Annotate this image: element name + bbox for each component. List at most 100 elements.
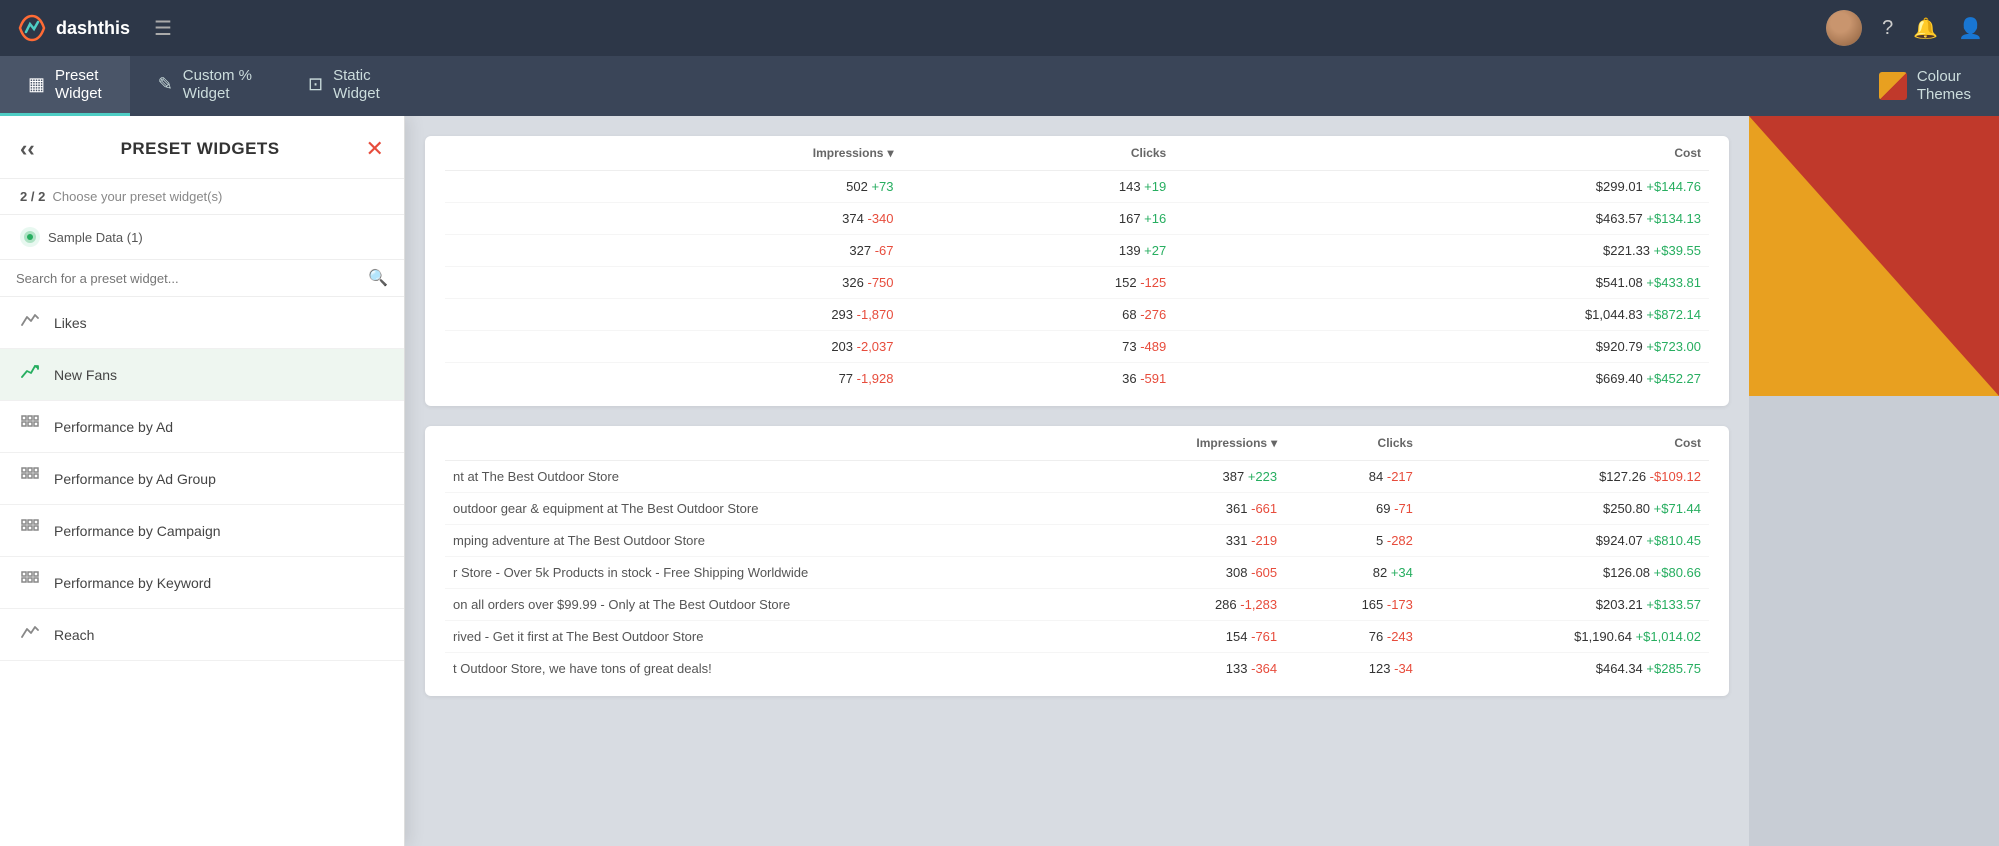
cell-cost: $669.40 +$452.27 xyxy=(1174,363,1709,395)
tab-custom-line1: Custom % xyxy=(183,67,252,85)
notification-icon[interactable]: 🔔 xyxy=(1913,16,1938,41)
dashthis-logo-icon xyxy=(16,12,48,44)
cell-impressions: 361 -661 xyxy=(1090,493,1285,525)
col-impressions-header[interactable]: Impressions ▾ xyxy=(510,136,902,171)
col-cost2-header: Cost xyxy=(1421,426,1709,461)
avatar[interactable] xyxy=(1826,10,1862,46)
static-widget-icon: ⊡ xyxy=(308,74,323,95)
cell-label xyxy=(445,299,510,331)
cell-impressions: 308 -605 xyxy=(1090,557,1285,589)
table-row: nt at The Best Outdoor Store 387 +223 84… xyxy=(445,461,1709,493)
search-input[interactable] xyxy=(16,271,368,286)
preset-widget-icon: ▦ xyxy=(28,74,45,95)
sidebar-item-performance-campaign[interactable]: Performance by Campaign xyxy=(0,505,404,557)
cell-cost: $221.33 +$39.55 xyxy=(1174,235,1709,267)
help-icon[interactable]: ? xyxy=(1882,17,1893,40)
back-button[interactable]: ‹‹ xyxy=(20,136,35,162)
table-row: 293 -1,870 68 -276 $1,044.83 +$872.14 xyxy=(445,299,1709,331)
sidebar-item-likes-label: Likes xyxy=(54,315,87,331)
sidebar-item-new-fans-label: New Fans xyxy=(54,367,117,383)
tab-bar: ▦ Preset Widget ✎ Custom % Widget ⊡ Stat… xyxy=(0,56,1999,116)
tab-static-widget[interactable]: ⊡ Static Widget xyxy=(280,56,408,116)
sidebar-item-reach[interactable]: Reach xyxy=(0,609,404,661)
cell-cost: $463.57 +$134.13 xyxy=(1174,203,1709,235)
performance-campaign-icon xyxy=(20,519,40,542)
sidebar-item-performance-ad-label: Performance by Ad xyxy=(54,419,173,435)
cell-label: rived - Get it first at The Best Outdoor… xyxy=(445,621,1090,653)
sort-icon: ▾ xyxy=(887,146,893,160)
search-icon[interactable]: 🔍 xyxy=(368,268,388,288)
sidebar-item-performance-keyword[interactable]: Performance by Keyword xyxy=(0,557,404,609)
cell-impressions: 203 -2,037 xyxy=(510,331,902,363)
cell-impressions: 387 +223 xyxy=(1090,461,1285,493)
sidebar: ‹‹ PRESET WIDGETS ✕ 2 / 2 Choose your pr… xyxy=(0,116,405,846)
table-row: 326 -750 152 -125 $541.08 +$433.81 xyxy=(445,267,1709,299)
tab-colour-line1: Colour xyxy=(1917,68,1971,86)
cell-label xyxy=(445,267,510,299)
logo[interactable]: dashthis xyxy=(16,12,130,44)
cell-label: on all orders over $99.99 - Only at The … xyxy=(445,589,1090,621)
close-button[interactable]: ✕ xyxy=(366,136,384,162)
cell-clicks: 165 -173 xyxy=(1285,589,1421,621)
sidebar-header: ‹‹ PRESET WIDGETS ✕ xyxy=(0,116,404,179)
step-label: Choose your preset widget(s) xyxy=(53,189,223,204)
tab-custom-line2: Widget xyxy=(183,85,252,103)
cell-label xyxy=(445,331,510,363)
table-row: outdoor gear & equipment at The Best Out… xyxy=(445,493,1709,525)
col-ad2-header xyxy=(445,426,1090,461)
cell-clicks: 139 +27 xyxy=(902,235,1175,267)
cell-clicks: 84 -217 xyxy=(1285,461,1421,493)
col-clicks2-header: Clicks xyxy=(1285,426,1421,461)
topnav-right: ? 🔔 👤 xyxy=(1826,10,1983,46)
cell-cost: $127.26 -$109.12 xyxy=(1421,461,1709,493)
cell-impressions: 326 -750 xyxy=(510,267,902,299)
content-area: Impressions ▾ Clicks Cost 502 +73 143 +1… xyxy=(405,116,1749,846)
sidebar-item-performance-ad[interactable]: Performance by Ad xyxy=(0,401,404,453)
table-card-2: Impressions ▾ Clicks Cost nt at The Best… xyxy=(425,426,1729,696)
cell-impressions: 502 +73 xyxy=(510,171,902,203)
cell-impressions: 154 -761 xyxy=(1090,621,1285,653)
cell-label: t Outdoor Store, we have tons of great d… xyxy=(445,653,1090,685)
cell-clicks: 5 -282 xyxy=(1285,525,1421,557)
col-ad-header xyxy=(445,136,510,171)
cell-impressions: 331 -219 xyxy=(1090,525,1285,557)
cell-cost: $126.08 +$80.66 xyxy=(1421,557,1709,589)
table-row: rived - Get it first at The Best Outdoor… xyxy=(445,621,1709,653)
tab-preset-widget[interactable]: ▦ Preset Widget xyxy=(0,56,130,116)
tab-static-line1: Static xyxy=(333,67,380,85)
cell-clicks: 143 +19 xyxy=(902,171,1175,203)
search-bar: 🔍 xyxy=(0,260,404,297)
col-impressions2-header[interactable]: Impressions ▾ xyxy=(1090,426,1285,461)
user-icon[interactable]: 👤 xyxy=(1958,16,1983,41)
cell-cost: $250.80 +$71.44 xyxy=(1421,493,1709,525)
cell-cost: $1,190.64 +$1,014.02 xyxy=(1421,621,1709,653)
cell-label: outdoor gear & equipment at The Best Out… xyxy=(445,493,1090,525)
sidebar-item-new-fans[interactable]: New Fans xyxy=(0,349,404,401)
reach-icon xyxy=(20,623,40,646)
cell-label: nt at The Best Outdoor Store xyxy=(445,461,1090,493)
custom-widget-icon: ✎ xyxy=(158,74,173,95)
sample-data-icon xyxy=(20,227,40,247)
cell-clicks: 73 -489 xyxy=(902,331,1175,363)
table-row: on all orders over $99.99 - Only at The … xyxy=(445,589,1709,621)
logo-text: dashthis xyxy=(56,18,130,39)
cell-clicks: 167 +16 xyxy=(902,203,1175,235)
sort2-icon: ▾ xyxy=(1271,436,1277,450)
sidebar-item-performance-campaign-label: Performance by Campaign xyxy=(54,523,221,539)
data-table-2: Impressions ▾ Clicks Cost nt at The Best… xyxy=(445,426,1709,684)
col-cost-header: Cost xyxy=(1174,136,1709,171)
cell-impressions: 327 -67 xyxy=(510,235,902,267)
sidebar-item-performance-ad-group[interactable]: Performance by Ad Group xyxy=(0,453,404,505)
sidebar-item-likes[interactable]: Likes xyxy=(0,297,404,349)
table-card-1: Impressions ▾ Clicks Cost 502 +73 143 +1… xyxy=(425,136,1729,406)
new-fans-icon xyxy=(20,363,40,386)
tab-colour-themes[interactable]: Colour Themes xyxy=(1851,56,1999,116)
tab-custom-widget[interactable]: ✎ Custom % Widget xyxy=(130,56,280,116)
sample-data-row[interactable]: Sample Data (1) xyxy=(0,215,404,260)
cell-impressions: 293 -1,870 xyxy=(510,299,902,331)
sidebar-item-performance-ad-group-label: Performance by Ad Group xyxy=(54,471,216,487)
hamburger-icon[interactable]: ☰ xyxy=(154,16,172,41)
table-row: 374 -340 167 +16 $463.57 +$134.13 xyxy=(445,203,1709,235)
table-row: r Store - Over 5k Products in stock - Fr… xyxy=(445,557,1709,589)
sample-data-label: Sample Data (1) xyxy=(48,230,143,245)
